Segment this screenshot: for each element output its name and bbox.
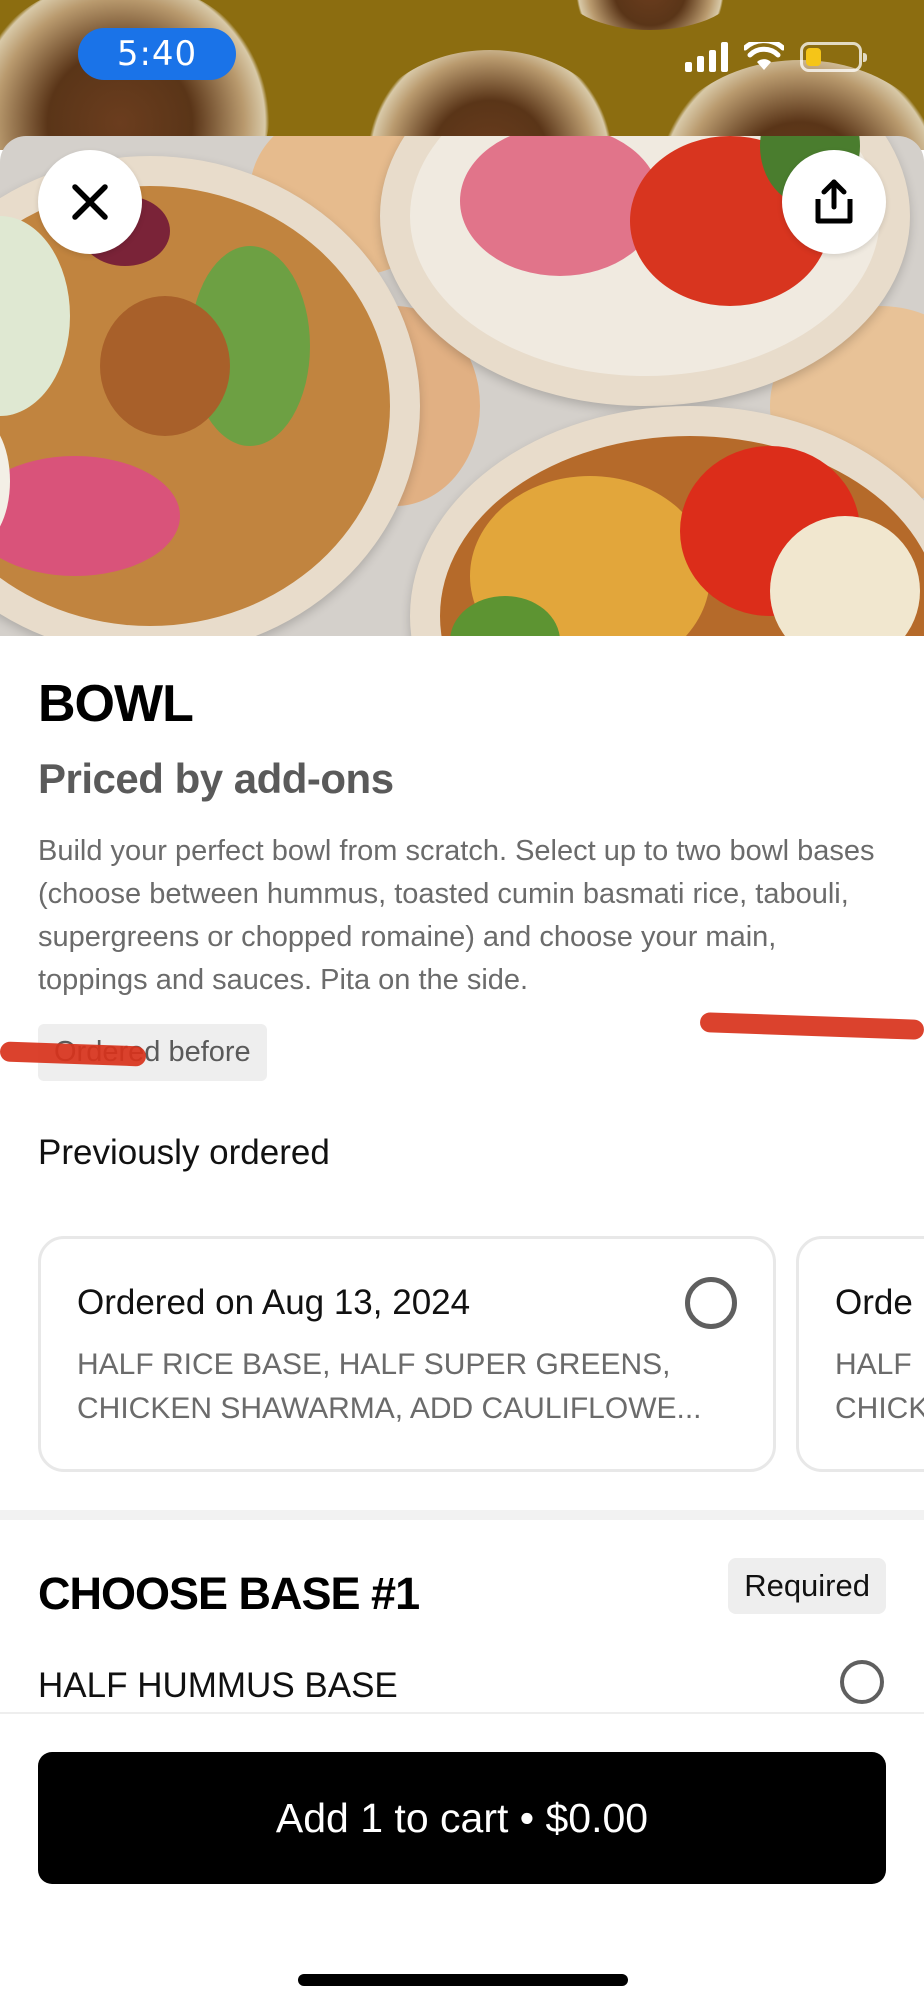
home-indicator	[298, 1974, 628, 1986]
status-bar: 5:40	[0, 0, 924, 150]
previously-ordered-label: Previously ordered	[38, 1133, 330, 1172]
order-items-line: CHICK	[835, 1392, 924, 1425]
bottom-action-bar: Add 1 to cart • $0.00	[0, 1712, 924, 2000]
order-select-radio[interactable]	[685, 1277, 737, 1329]
order-date: Ordered on Aug 13, 2024	[77, 1283, 471, 1322]
order-items: HALF RICE BASE, HALF SUPER GREENS, CHICK…	[77, 1343, 737, 1431]
item-title: BOWL	[38, 675, 194, 733]
close-icon	[72, 184, 108, 220]
previous-orders-carousel[interactable]: Ordered on Aug 13, 2024 HALF RICE BASE, …	[38, 1236, 924, 1472]
background-food-image	[360, 50, 620, 150]
price-note: Priced by add-ons	[38, 755, 394, 802]
option-label[interactable]: HALF HUMMUS BASE	[38, 1666, 398, 1706]
red-scribble-annotation	[0, 1041, 147, 1067]
item-description-wrapper: Build your perfect bowl from scratch. Se…	[38, 830, 886, 1002]
share-icon	[815, 179, 853, 224]
battery-icon	[800, 42, 867, 72]
section-divider	[0, 1510, 924, 1520]
background-food-image	[560, 0, 740, 30]
order-items-line: CHICKEN SHAWARMA, ADD CAULIFLOWE...	[77, 1392, 702, 1425]
order-items-line: HALF RICE BASE, HALF SUPER GREENS,	[77, 1348, 671, 1381]
order-items-line: HALF	[835, 1348, 912, 1381]
close-button[interactable]	[38, 150, 142, 254]
add-to-cart-button[interactable]: Add 1 to cart • $0.00	[38, 1752, 886, 1884]
item-description: Build your perfect bowl from scratch. Se…	[38, 835, 875, 996]
wifi-icon	[744, 42, 784, 70]
order-date: Orde	[835, 1283, 913, 1322]
item-details: BOWL Priced by add-ons Build your perfec…	[38, 636, 886, 1173]
previous-order-card[interactable]: Orde HALF CHICK	[796, 1236, 924, 1472]
previous-order-card[interactable]: Ordered on Aug 13, 2024 HALF RICE BASE, …	[38, 1236, 776, 1472]
option-radio[interactable]	[840, 1660, 884, 1704]
status-icons	[685, 42, 867, 72]
section-title: CHOOSE BASE #1	[38, 1568, 420, 1619]
order-items: HALF CHICK	[835, 1343, 924, 1431]
required-badge: Required	[728, 1558, 886, 1614]
battery-level	[806, 48, 821, 66]
cellular-signal-icon	[685, 42, 728, 72]
share-button[interactable]	[782, 150, 886, 254]
status-time: 5:40	[78, 28, 236, 80]
